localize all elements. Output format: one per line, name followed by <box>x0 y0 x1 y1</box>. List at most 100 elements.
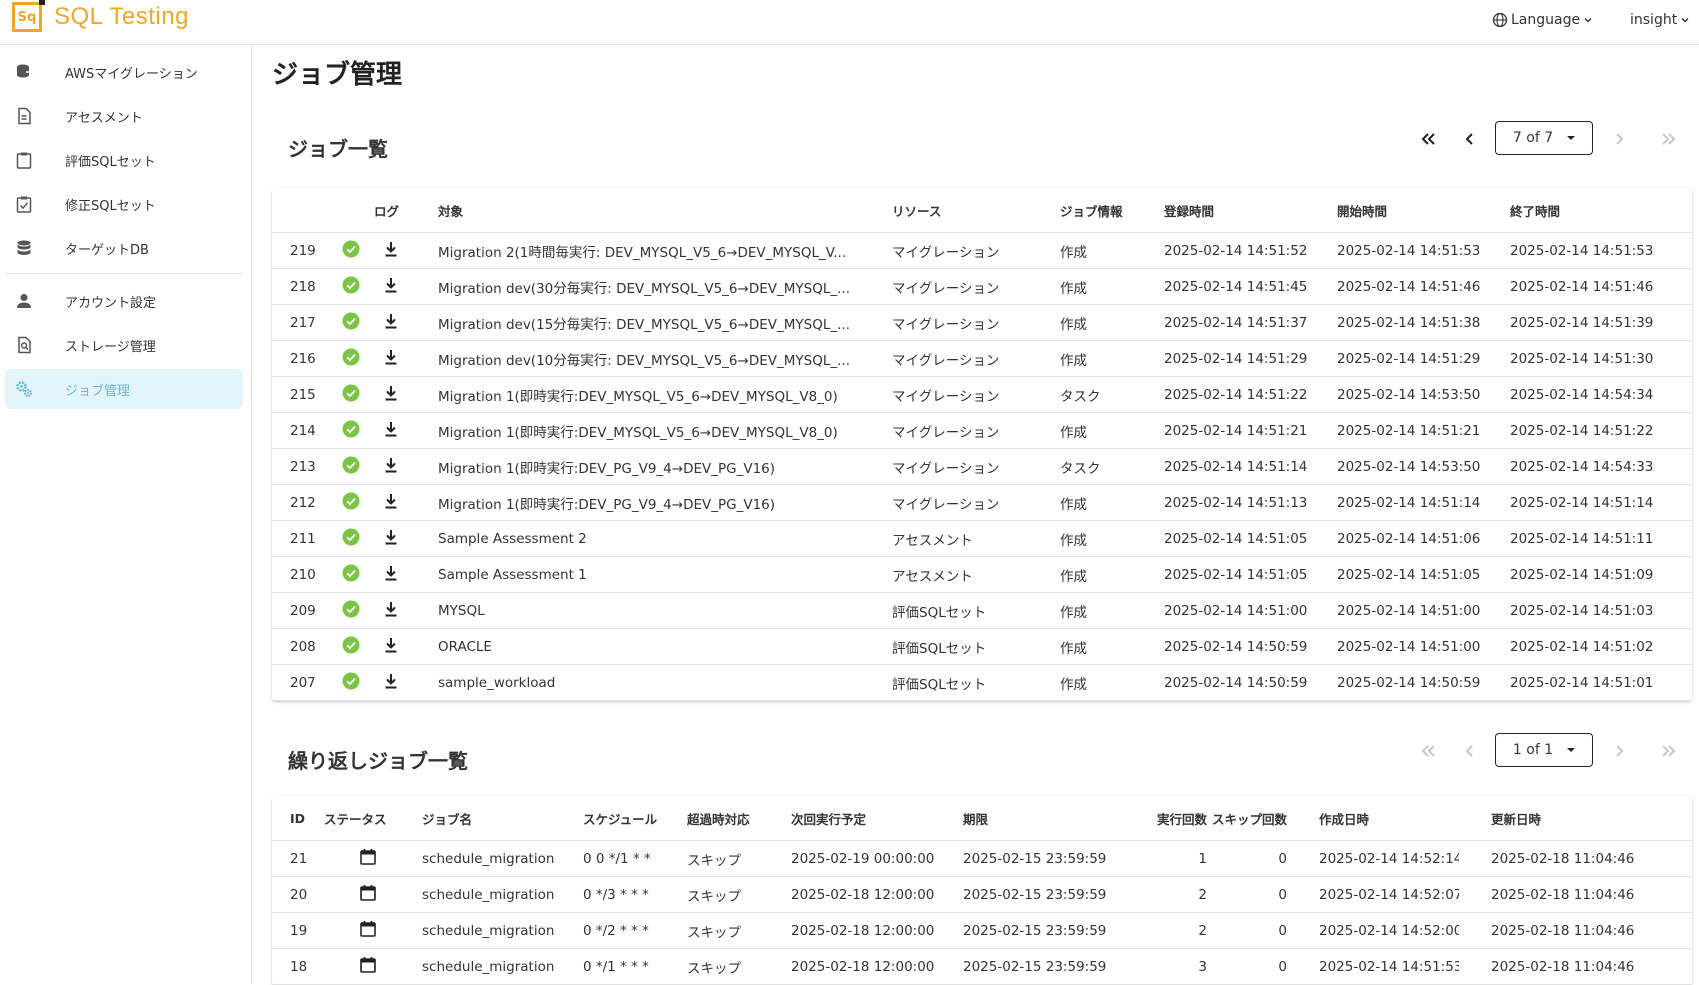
table-row[interactable]: 216 Migration dev(10分毎実行: DEV_MYSQL_V5_6→… <box>272 340 1692 377</box>
job-name-cell: schedule_migration <box>422 876 583 913</box>
table-row[interactable]: 219 Migration 2(1時間毎実行: DEV_MYSQL_V5_6→DE… <box>272 232 1692 269</box>
status-cell <box>324 340 374 377</box>
table-row[interactable]: 214 Migration 1(即時実行:DEV_MYSQL_V5_6→DEV_M… <box>272 412 1692 449</box>
job-resource-cell: マイグレーション <box>892 232 1060 269</box>
job-info-cell: 作成 <box>1060 628 1164 665</box>
user-menu[interactable]: insight <box>1630 12 1690 28</box>
success-check-icon <box>342 600 360 617</box>
log-download-button[interactable] <box>374 304 438 341</box>
table-row[interactable]: 217 Migration dev(15分毎実行: DEV_MYSQL_V5_6→… <box>272 304 1692 341</box>
table-row[interactable]: 210 Sample Assessment 1 アセスメント 作成 2025-02-14… <box>272 556 1692 593</box>
last-page-button[interactable] <box>1654 737 1682 765</box>
sidebar-item-fix-sql-set[interactable]: 修正SQLセット <box>5 184 243 224</box>
table-header-row: ID ステータス ジョブ名 スケジュール 超過時対応 次回実行予定 期限 実行回… <box>272 796 1692 841</box>
status-cell <box>324 412 374 449</box>
deadline-cell: 2025-02-15 23:59:59 <box>963 840 1135 877</box>
next-page-button[interactable] <box>1605 737 1633 765</box>
recurring-id-cell: 20 <box>272 876 324 913</box>
table-row[interactable]: 212 Migration 1(即時実行:DEV_PG_V9_4→DEV_PG_V… <box>272 484 1692 521</box>
sidebar-item-target-db[interactable]: ターゲットDB <box>5 228 243 268</box>
created-time-cell: 2025-02-14 14:51:53 <box>1287 948 1459 985</box>
recurring-table: ID ステータス ジョブ名 スケジュール 超過時対応 次回実行予定 期限 実行回… <box>272 796 1692 985</box>
job-target-cell: Migration 1(即時実行:DEV_PG_V9_4→DEV_PG_V16) <box>438 484 892 521</box>
table-row[interactable]: 21 schedule_migration 0 0 */1 * * スキップ 2025-… <box>272 840 1692 877</box>
end-time-cell: 2025-02-14 14:51:53 <box>1510 232 1692 269</box>
registered-time-cell: 2025-02-14 14:51:21 <box>1164 412 1337 449</box>
log-download-button[interactable] <box>374 376 438 413</box>
app-logo[interactable]: Sq SQL Testing <box>12 0 189 32</box>
log-download-button[interactable] <box>374 232 438 269</box>
job-info-cell: タスク <box>1060 448 1164 485</box>
table-row[interactable]: 207 sample_workload 評価SQLセット 作成 2025-02-14 1… <box>272 664 1692 701</box>
table-row[interactable]: 218 Migration dev(30分毎実行: DEV_MYSQL_V5_6→… <box>272 268 1692 305</box>
success-check-icon <box>342 348 360 365</box>
status-cell <box>324 376 374 413</box>
job-info-cell: 作成 <box>1060 592 1164 629</box>
log-download-button[interactable] <box>374 664 438 701</box>
table-row[interactable]: 209 MYSQL 評価SQLセット 作成 2025-02-14 14:51:00 202… <box>272 592 1692 629</box>
skip-count-cell: 0 <box>1207 948 1287 985</box>
job-info-cell: 作成 <box>1060 556 1164 593</box>
clipboard-check-icon <box>16 196 32 213</box>
start-time-cell: 2025-02-14 14:51:06 <box>1337 520 1510 557</box>
job-target-cell: MYSQL <box>438 592 892 629</box>
next-page-button[interactable] <box>1605 125 1633 153</box>
end-time-cell: 2025-02-14 14:51:03 <box>1510 592 1692 629</box>
first-page-button[interactable] <box>1415 737 1443 765</box>
log-download-button[interactable] <box>374 484 438 521</box>
registered-time-cell: 2025-02-14 14:51:52 <box>1164 232 1337 269</box>
job-id-cell: 215 <box>272 376 324 413</box>
log-download-button[interactable] <box>374 556 438 593</box>
skip-count-cell: 0 <box>1207 876 1287 913</box>
log-download-button[interactable] <box>374 448 438 485</box>
table-row[interactable]: 19 schedule_migration 0 */2 * * * スキップ 2025-… <box>272 912 1692 949</box>
table-row[interactable]: 20 schedule_migration 0 */3 * * * スキップ 2025-… <box>272 876 1692 913</box>
sidebar-item-aws-migration[interactable]: AWSマイグレーション <box>5 52 243 92</box>
recurring-table-card: ID ステータス ジョブ名 スケジュール 超過時対応 次回実行予定 期限 実行回… <box>272 796 1692 985</box>
table-row[interactable]: 18 schedule_migration 0 */1 * * * スキップ 2025-… <box>272 948 1692 985</box>
job-info-cell: 作成 <box>1060 520 1164 557</box>
sidebar-item-assessment[interactable]: アセスメント <box>5 96 243 136</box>
table-row[interactable]: 215 Migration 1(即時実行:DEV_MYSQL_V5_6→DEV_M… <box>272 376 1692 413</box>
prev-page-button[interactable] <box>1456 737 1484 765</box>
double-chevron-left-icon <box>1421 133 1435 145</box>
registered-time-cell: 2025-02-14 14:50:59 <box>1164 628 1337 665</box>
log-download-button[interactable] <box>374 340 438 377</box>
start-time-cell: 2025-02-14 14:53:50 <box>1337 376 1510 413</box>
language-menu[interactable]: Language <box>1492 12 1593 28</box>
job-id-cell: 214 <box>272 412 324 449</box>
sidebar-item-account-settings[interactable]: アカウント設定 <box>5 281 243 321</box>
sidebar-item-job-management[interactable]: ジョブ管理 <box>5 369 243 409</box>
last-page-button[interactable] <box>1654 125 1682 153</box>
sidebar-item-label: AWSマイグレーション <box>65 66 198 82</box>
page-select[interactable]: 1 of 1 <box>1495 733 1593 767</box>
prev-page-button[interactable] <box>1456 125 1484 153</box>
table-row[interactable]: 213 Migration 1(即時実行:DEV_PG_V9_4→DEV_PG_V… <box>272 448 1692 485</box>
table-row[interactable]: 208 ORACLE 評価SQLセット 作成 2025-02-14 14:50:59 20… <box>272 628 1692 665</box>
download-icon <box>385 493 397 508</box>
job-target-cell: ORACLE <box>438 628 892 665</box>
log-download-button[interactable] <box>374 412 438 449</box>
page-select[interactable]: 7 of 7 <box>1495 121 1593 155</box>
log-download-button[interactable] <box>374 592 438 629</box>
sidebar-item-storage[interactable]: ストレージ管理 <box>5 325 243 365</box>
status-cell <box>324 232 374 269</box>
sidebar-item-eval-sql-set[interactable]: 評価SQLセット <box>5 140 243 180</box>
job-resource-cell: マイグレーション <box>892 268 1060 305</box>
calendar-icon <box>360 921 376 937</box>
log-download-button[interactable] <box>374 628 438 665</box>
log-download-button[interactable] <box>374 520 438 557</box>
column-header: リソース <box>892 188 1060 233</box>
job-id-cell: 218 <box>272 268 324 305</box>
first-page-button[interactable] <box>1415 125 1443 153</box>
job-id-cell: 210 <box>272 556 324 593</box>
sidebar-item-label: アセスメント <box>65 110 143 126</box>
download-icon <box>385 565 397 580</box>
table-row[interactable]: 211 Sample Assessment 2 アセスメント 作成 2025-02-14… <box>272 520 1692 557</box>
job-resource-cell: マイグレーション <box>892 448 1060 485</box>
double-chevron-right-icon <box>1662 133 1676 145</box>
recurring-pager: 1 of 1 <box>1415 733 1685 769</box>
start-time-cell: 2025-02-14 14:51:21 <box>1337 412 1510 449</box>
log-download-button[interactable] <box>374 268 438 305</box>
download-icon <box>385 241 397 256</box>
